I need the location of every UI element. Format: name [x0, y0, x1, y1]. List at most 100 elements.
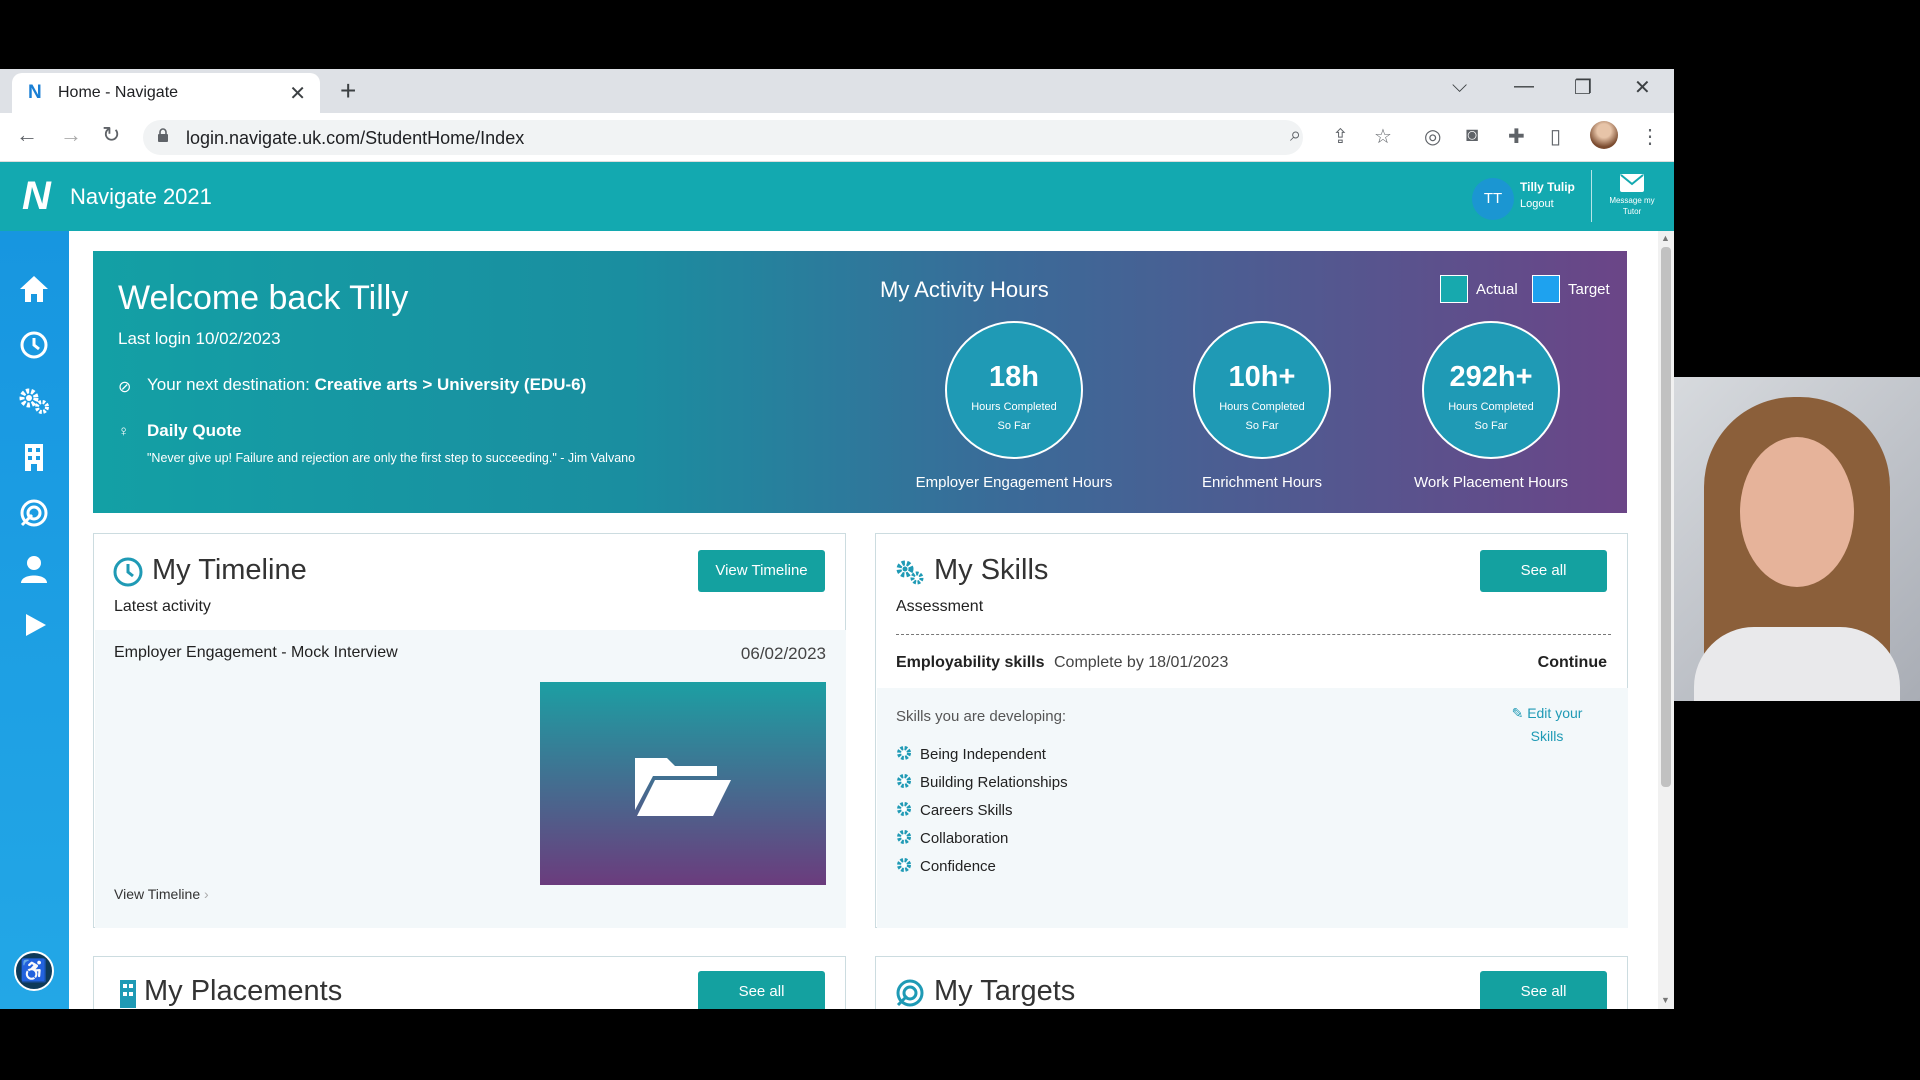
building-icon[interactable] [16, 439, 52, 475]
tab-search-chevron-icon[interactable]: ⌵ [1452, 75, 1467, 98]
camera-icon[interactable]: ◙ [1466, 124, 1478, 147]
home-icon[interactable] [16, 271, 52, 307]
assessment-due: Complete by 18/01/2023 [1054, 654, 1229, 671]
edit-skills-link[interactable]: ✎ Edit your Skills [1497, 702, 1597, 748]
person-icon[interactable] [16, 551, 52, 587]
legend-actual-swatch [1440, 275, 1468, 303]
address-bar[interactable]: login.navigate.uk.com/StudentHome/Index [143, 120, 1303, 155]
dotted-divider [896, 634, 1611, 635]
hours-caption: Hours Completed So Far [1219, 401, 1305, 432]
tab-strip: N Home - Navigate ✕ + ⌵ — ❐ ✕ [0, 69, 1674, 113]
tab-close-icon[interactable]: ✕ [289, 81, 306, 106]
continue-link[interactable]: Continue [1538, 654, 1607, 672]
welcome-heading: Welcome back Tilly [118, 279, 409, 317]
timeline-title: My Timeline [152, 554, 307, 586]
destination-text: Your next destination: Creative arts > U… [147, 375, 586, 395]
browser-tab[interactable]: N Home - Navigate ✕ [12, 73, 320, 113]
profile-avatar[interactable] [1590, 121, 1618, 149]
logout-link[interactable]: Logout [1520, 198, 1554, 210]
hours-circle-employer[interactable]: 18h Hours Completed So Far [945, 321, 1083, 459]
skill-item: Building Relationships [896, 773, 1068, 801]
hours-label-employer: Employer Engagement Hours [915, 474, 1113, 491]
page-scrollbar[interactable]: ▲ ▼ [1658, 231, 1674, 1009]
activity-name: Employer Engagement - Mock Interview [114, 644, 398, 661]
skill-item: Collaboration [896, 829, 1068, 857]
share-icon[interactable]: ⇪ [1332, 124, 1349, 149]
scroll-down-icon[interactable]: ▼ [1661, 995, 1670, 1005]
activity-date: 06/02/2023 [740, 644, 826, 663]
scroll-up-icon[interactable]: ▲ [1661, 233, 1670, 243]
address-toolbar: ← → ↻ login.navigate.uk.com/StudentHome/… [0, 113, 1674, 162]
skills-developing-panel: Skills you are developing: ✎ Edit your Sk… [877, 688, 1628, 928]
reload-icon[interactable]: ↻ [102, 122, 120, 148]
welcome-banner: Welcome back Tilly Last login 10/02/2023… [93, 251, 1627, 513]
chrome-menu-icon[interactable]: ⋮ [1640, 124, 1660, 149]
hours-value: 18h [989, 361, 1039, 393]
assessment-name: Employability skills [896, 654, 1045, 671]
lock-icon [158, 128, 168, 142]
hours-circle-enrichment[interactable]: 10h+ Hours Completed So Far [1193, 321, 1331, 459]
legend-target-label: Target [1568, 281, 1610, 298]
target-icon[interactable] [16, 495, 52, 531]
window-close-icon[interactable]: ✕ [1634, 75, 1651, 100]
gears-icon [896, 560, 924, 585]
targets-card: My Targets See all [875, 956, 1628, 1009]
latest-activity-label: Latest activity [114, 598, 211, 615]
side-panel-icon[interactable]: ▯ [1550, 124, 1561, 149]
daily-quote-title: Daily Quote [147, 421, 242, 440]
gear-icon [897, 774, 911, 788]
sidebar: ♿ [0, 231, 69, 1009]
restore-icon[interactable]: ❐ [1574, 75, 1592, 100]
app-title: Navigate 2021 [70, 184, 212, 209]
destination-label: Your next destination: [147, 375, 315, 394]
skill-item: Being Independent [896, 745, 1068, 773]
hours-caption: Hours Completed So Far [971, 401, 1057, 432]
skills-developing-title: Skills you are developing: [896, 708, 1067, 725]
activity-hours-title: My Activity Hours [880, 277, 1049, 302]
placements-title: My Placements [144, 975, 343, 1007]
gears-icon[interactable] [16, 383, 52, 419]
presenter-shirt [1694, 627, 1900, 701]
targets-title: My Targets [934, 975, 1076, 1007]
webcam-video-overlay [1674, 377, 1920, 701]
placements-see-all-button[interactable]: See all [698, 971, 825, 1009]
building-icon [120, 980, 136, 1008]
scroll-thumb[interactable] [1661, 247, 1671, 787]
gear-icon [897, 858, 911, 872]
navigate-logo-icon[interactable]: N [22, 174, 51, 219]
user-avatar[interactable]: TT [1472, 178, 1514, 220]
forward-icon[interactable]: → [60, 122, 82, 148]
latest-activity-item[interactable]: Employer Engagement - Mock Interview 06/… [95, 630, 846, 928]
view-timeline-button[interactable]: View Timeline [698, 550, 825, 592]
skill-item: Confidence [896, 857, 1068, 885]
user-name[interactable]: Tilly Tulip [1520, 180, 1575, 194]
new-tab-icon[interactable]: + [340, 75, 356, 107]
edit-icon: ✎ [1511, 705, 1524, 721]
gear-icon [897, 746, 911, 760]
zoom-icon[interactable]: ⌕ [1290, 124, 1301, 147]
back-icon[interactable]: ← [16, 122, 38, 148]
bookmark-star-icon[interactable]: ☆ [1374, 124, 1392, 149]
accessibility-icon[interactable]: ♿ [14, 951, 54, 991]
timeline-card: My Timeline View Timeline Latest activit… [93, 533, 846, 928]
clock-icon[interactable] [16, 327, 52, 363]
puzzle-extensions-icon[interactable]: ✚ [1508, 124, 1525, 149]
message-tutor-label[interactable]: Message my Tutor [1604, 195, 1660, 217]
skills-see-all-button[interactable]: See all [1480, 550, 1607, 592]
minimize-icon[interactable]: — [1514, 75, 1534, 98]
open-folder-icon [635, 758, 731, 816]
navigate-favicon-icon: N [28, 82, 42, 103]
extension-g-icon[interactable]: ◎ [1424, 124, 1441, 149]
view-timeline-link[interactable]: View Timeline › [114, 886, 209, 902]
hours-value: 10h+ [1228, 361, 1296, 393]
compass-icon: ⊘ [118, 379, 132, 396]
envelope-icon[interactable] [1620, 174, 1644, 192]
placements-card: My Placements See all [93, 956, 846, 1009]
targets-see-all-button[interactable]: See all [1480, 971, 1607, 1009]
play-icon[interactable] [16, 607, 52, 643]
hours-circle-work-placement[interactable]: 292h+ Hours Completed So Far [1422, 321, 1560, 459]
hours-value: 292h+ [1449, 361, 1533, 393]
browser-window: N Home - Navigate ✕ + ⌵ — ❐ ✕ ← → ↻ logi… [0, 69, 1674, 1009]
daily-quote-text: "Never give up! Failure and rejection ar… [147, 451, 636, 465]
target-icon [896, 979, 924, 1007]
